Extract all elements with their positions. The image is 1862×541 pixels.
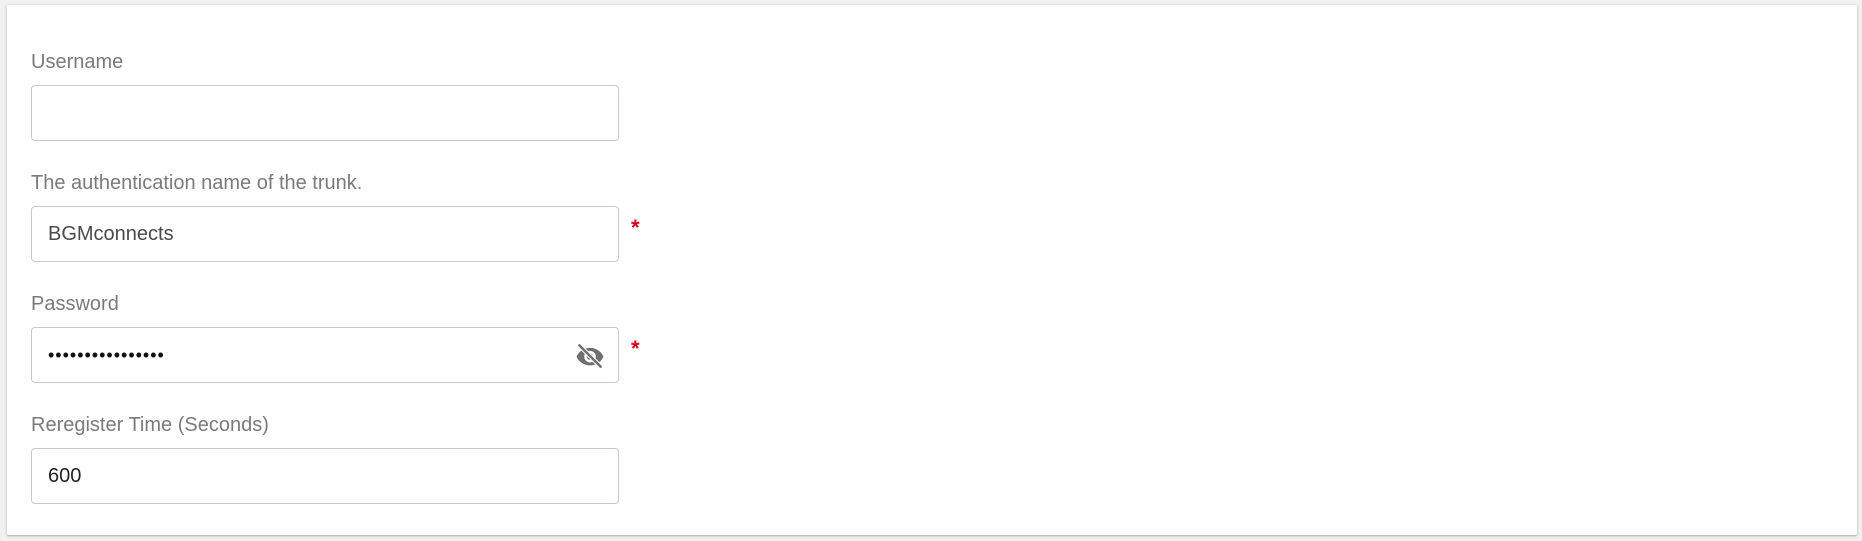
reregister-time-label: Reregister Time (Seconds) <box>31 414 269 436</box>
password-field-group: Password * <box>31 292 671 383</box>
auth-name-input[interactable] <box>32 207 618 261</box>
eye-off-icon <box>576 343 604 369</box>
reregister-time-input-box[interactable] <box>31 448 619 504</box>
reregister-time-field-group: Reregister Time (Seconds) <box>31 413 671 504</box>
auth-name-required-marker: * <box>631 215 640 240</box>
toggle-password-visibility-button[interactable] <box>574 340 606 372</box>
reregister-time-input[interactable] <box>32 449 618 503</box>
username-input-box[interactable] <box>31 85 619 141</box>
username-input[interactable] <box>32 86 618 140</box>
password-label: Password <box>31 293 119 315</box>
username-label: Username <box>31 51 124 73</box>
auth-name-input-box[interactable] <box>31 206 619 262</box>
password-required-marker: * <box>631 336 640 361</box>
auth-name-label: The authentication name of the trunk. <box>31 172 363 194</box>
password-input-box[interactable] <box>31 327 619 383</box>
auth-name-field-group: The authentication name of the trunk. * <box>31 171 671 262</box>
form-card: Username The authentication name of the … <box>7 5 1857 535</box>
password-input[interactable] <box>32 328 618 382</box>
username-field-group: Username <box>31 50 671 141</box>
